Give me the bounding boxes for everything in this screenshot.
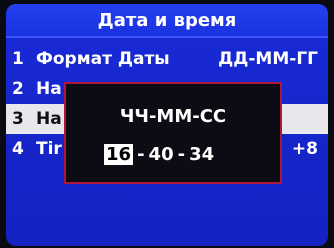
- menu-item-number: 1: [12, 49, 24, 69]
- menu-item-number: 2: [12, 79, 24, 99]
- menu-item-label: Tir: [36, 139, 62, 159]
- menu-item-number: 4: [12, 139, 24, 159]
- seconds-field[interactable]: 34: [189, 144, 214, 165]
- menu-item-label: На: [36, 79, 62, 99]
- time-editor: 16-40-34: [104, 144, 214, 165]
- menu-item-date-format[interactable]: 1 Формат Даты ДД-ММ-ГГ: [6, 44, 328, 74]
- screen-title: Дата и время: [6, 4, 328, 38]
- time-format-label: ЧЧ-ММ-СС: [119, 106, 227, 127]
- menu-item-value: +8: [291, 139, 318, 159]
- time-separator: -: [177, 144, 186, 165]
- menu-item-number: 3: [12, 109, 24, 129]
- menu-item-label: На: [36, 109, 62, 129]
- time-separator: -: [137, 144, 145, 165]
- device-screen: Дата и время 1 Формат Даты ДД-ММ-ГГ 2 На…: [6, 4, 328, 246]
- menu-item-value: ДД-ММ-ГГ: [218, 49, 318, 69]
- time-set-dialog: ЧЧ-ММ-СС 16-40-34: [64, 82, 282, 184]
- minutes-field[interactable]: 40: [149, 144, 174, 165]
- menu-item-label: Формат Даты: [36, 49, 170, 69]
- hours-field[interactable]: 16: [104, 144, 134, 165]
